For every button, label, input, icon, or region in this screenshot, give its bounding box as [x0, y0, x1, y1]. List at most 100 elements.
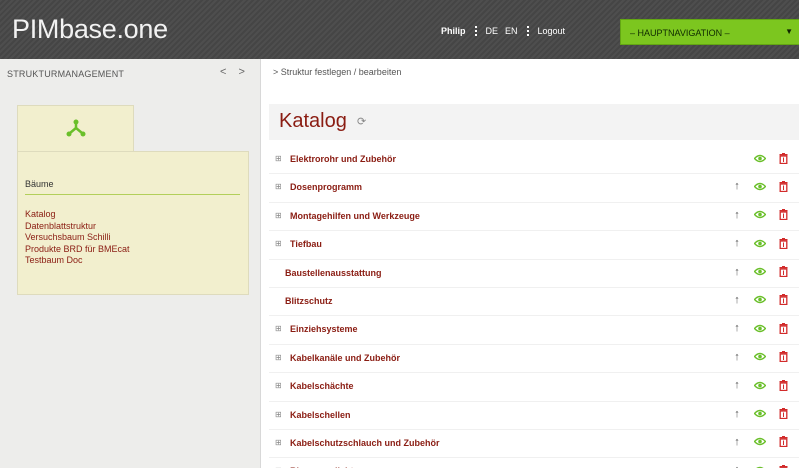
tree-row-label[interactable]: Kabelkanäle und Zubehör	[290, 353, 400, 363]
eye-icon[interactable]	[754, 407, 766, 421]
tree-item-testbaum[interactable]: Testbaum Doc	[25, 255, 130, 267]
tree-row-label[interactable]: Dosenprogramm	[290, 182, 362, 192]
trash-icon[interactable]	[777, 208, 789, 222]
move-up-icon[interactable]: ↑	[731, 208, 743, 222]
chevron-down-icon: ▼	[785, 27, 793, 36]
tree-row[interactable]: Baustellenausstattung ↑	[269, 260, 799, 288]
trash-icon[interactable]	[777, 407, 789, 421]
tree-row-label[interactable]: Kabelschutzschlauch und Zubehör	[290, 438, 440, 448]
app-header: PIMbase.one Philip DE EN Logout – HAUPTN…	[0, 0, 799, 59]
move-up-icon[interactable]: ↑	[731, 435, 743, 449]
trash-icon[interactable]	[777, 350, 789, 364]
eye-icon[interactable]	[754, 179, 766, 193]
expand-icon[interactable]: ⊞	[275, 353, 282, 362]
move-up-icon[interactable]: ↑	[731, 265, 743, 279]
tree-row-label[interactable]: Kabelschellen	[290, 410, 351, 420]
main-navigation-label: – HAUPTNAVIGATION –	[630, 28, 730, 38]
catalog-tree: ⊞ Elektrorohr und Zubehör ⊞ Dosenprogramm ↑ ⊞…	[269, 146, 799, 468]
tree-row[interactable]: ⊞ Kabelkanäle und Zubehör ↑	[269, 345, 799, 374]
tree-row-label[interactable]: Tiefbau	[290, 239, 322, 249]
tree-item-datenblattstruktur[interactable]: Datenblattstruktur	[25, 221, 130, 233]
eye-icon[interactable]	[754, 378, 766, 392]
tree-row[interactable]: ⊞ Dosenprogramm ↑	[269, 174, 799, 203]
sidebar-nav-arrows: < >	[220, 66, 254, 78]
expand-icon[interactable]: ⊞	[275, 410, 282, 419]
eye-icon[interactable]	[754, 151, 766, 165]
tree-row-label[interactable]: Montagehilfen und Werkzeuge	[290, 211, 420, 221]
move-up-icon[interactable]: ↑	[731, 321, 743, 335]
trash-icon[interactable]	[777, 293, 789, 307]
trash-icon[interactable]	[777, 151, 789, 165]
expand-icon[interactable]: ⊞	[275, 324, 282, 333]
page-title: Katalog	[279, 110, 347, 132]
trash-icon[interactable]	[777, 236, 789, 250]
tree-row-label[interactable]: Blitzschutz	[285, 296, 333, 306]
expand-icon[interactable]: ⊞	[275, 154, 282, 163]
tree-row[interactable]: ⊞ Kabelschächte ↑	[269, 373, 799, 402]
tab-trees[interactable]	[17, 105, 134, 152]
move-up-icon[interactable]: ↑	[731, 407, 743, 421]
tree-item-katalog[interactable]: Katalog	[25, 209, 130, 221]
refresh-icon[interactable]: ⟳	[357, 115, 366, 128]
tree-row-label[interactable]: Elektrorohr und Zubehör	[290, 154, 396, 164]
tree-row[interactable]: ⊞ Einziehsysteme ↑	[269, 316, 799, 345]
tree-row-label[interactable]: Einziehsysteme	[290, 324, 358, 334]
move-up-icon[interactable]: ↑	[731, 378, 743, 392]
user-name[interactable]: Philip	[441, 26, 466, 36]
trash-icon[interactable]	[777, 179, 789, 193]
tree-list: Katalog Datenblattstruktur Versuchsbaum …	[25, 209, 130, 267]
eye-icon[interactable]	[754, 236, 766, 250]
tree-row[interactable]: ⊞ Elektrorohr und Zubehör	[269, 146, 799, 175]
eye-icon[interactable]	[754, 293, 766, 307]
breadcrumb[interactable]: > Struktur festlegen / bearbeiten	[273, 67, 401, 77]
tree-row[interactable]: ⊞ Kabelschellen ↑	[269, 402, 799, 430]
tree-item-produkte-brd[interactable]: Produkte BRD für BMEcat	[25, 244, 130, 256]
trash-icon[interactable]	[777, 321, 789, 335]
trash-icon[interactable]	[777, 435, 789, 449]
tree-row[interactable]: ⊞Ringraumdichtungen↑	[269, 458, 799, 468]
eye-icon[interactable]	[754, 435, 766, 449]
expand-icon[interactable]: ⊞	[275, 211, 282, 220]
sidebar: STRUKTURMANAGEMENT < > Bäume Katalog Dat…	[0, 59, 261, 468]
move-up-icon[interactable]: ↑	[731, 179, 743, 193]
main-navigation-select[interactable]: – HAUPTNAVIGATION – ▼	[620, 19, 799, 45]
tree-row-label[interactable]: Kabelschächte	[290, 381, 354, 391]
eye-icon[interactable]	[754, 321, 766, 335]
tree-row[interactable]: Blitzschutz ↑	[269, 288, 799, 317]
eye-icon[interactable]	[754, 265, 766, 279]
lang-de-link[interactable]: DE	[486, 26, 499, 36]
move-up-icon[interactable]: ↑	[731, 350, 743, 364]
tree-item-versuchsbaum[interactable]: Versuchsbaum Schilli	[25, 232, 130, 244]
trees-panel-title: Bäume	[25, 179, 54, 189]
trash-icon[interactable]	[777, 265, 789, 279]
eye-icon[interactable]	[754, 463, 766, 468]
eye-icon[interactable]	[754, 208, 766, 222]
tree-row[interactable]: ⊞ Kabelschutzschlauch und Zubehör ↑	[269, 430, 799, 459]
sidebar-next-button[interactable]: >	[239, 66, 245, 78]
expand-icon[interactable]: ⊞	[275, 239, 282, 248]
lang-en-link[interactable]: EN	[505, 26, 518, 36]
tree-row[interactable]: ⊞ Montagehilfen und Werkzeuge ↑	[269, 203, 799, 232]
move-up-icon[interactable]: ↑	[731, 293, 743, 307]
page-title-bar: Katalog ⟳	[269, 104, 799, 140]
eye-icon[interactable]	[754, 350, 766, 364]
expand-icon[interactable]: ⊞	[275, 182, 282, 191]
tree-structure-icon	[66, 119, 86, 137]
trash-icon[interactable]	[777, 378, 789, 392]
separator	[474, 25, 477, 37]
sidebar-prev-button[interactable]: <	[220, 66, 226, 78]
tree-row[interactable]: ⊞ Tiefbau ↑	[269, 231, 799, 260]
divider	[25, 194, 240, 195]
sidebar-heading: STRUKTURMANAGEMENT	[7, 69, 125, 79]
user-bar: Philip DE EN Logout	[441, 25, 565, 37]
expand-icon[interactable]: ⊞	[275, 381, 282, 390]
trash-icon[interactable]	[777, 463, 789, 468]
tree-row-label[interactable]: Baustellenausstattung	[285, 268, 382, 278]
logout-link[interactable]: Logout	[538, 26, 566, 36]
move-up-icon[interactable]: ↑	[731, 236, 743, 250]
expand-icon[interactable]: ⊞	[275, 438, 282, 447]
trees-panel: Bäume Katalog Datenblattstruktur Versuch…	[17, 151, 249, 295]
app-logo[interactable]: PIMbase.one	[12, 14, 168, 45]
move-up-icon[interactable]: ↑	[731, 463, 743, 468]
separator	[526, 25, 529, 37]
